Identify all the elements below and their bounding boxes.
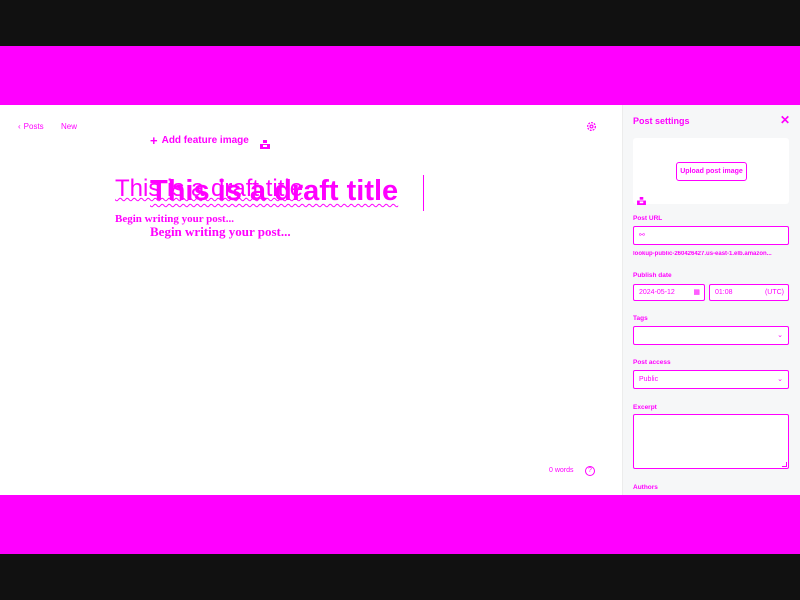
publish-date-value: 2024-05-12 xyxy=(639,289,675,296)
plus-icon: + xyxy=(150,132,158,148)
post-settings-panel: Post settings ✕ Upload post image Post U… xyxy=(622,105,800,495)
chevron-down-icon: ⌄ xyxy=(777,332,783,339)
post-access-value: Public xyxy=(639,376,659,383)
back-label: Posts xyxy=(23,122,44,131)
back-to-posts-link[interactable]: ‹ Posts xyxy=(18,122,44,131)
chevron-down-icon: ⌄ xyxy=(777,376,783,383)
authors-label: Authors xyxy=(633,484,658,491)
chevron-left-icon: ‹ xyxy=(18,122,21,131)
help-circle-icon[interactable]: ? xyxy=(585,466,595,476)
resize-handle[interactable] xyxy=(782,462,787,467)
post-url-label: Post URL xyxy=(633,215,663,222)
upload-post-image-button[interactable]: Upload post image xyxy=(676,162,747,181)
tags-label: Tags xyxy=(633,315,648,322)
close-icon[interactable]: ✕ xyxy=(780,113,790,127)
publish-time-input[interactable]: 01:08 (UTC) xyxy=(709,284,789,301)
post-status: New xyxy=(61,122,78,131)
add-feature-image-label: Add feature image xyxy=(161,135,249,146)
post-url-preview: lookup-public-260426427.us-east-1.elb.am… xyxy=(633,251,772,257)
unsplash-icon[interactable] xyxy=(260,136,270,149)
bottom-overlay-band xyxy=(0,495,800,554)
panel-title: Post settings xyxy=(633,116,690,126)
link-icon: ⚯ xyxy=(639,232,645,239)
publish-time-value: 01:08 xyxy=(715,289,733,296)
editor-area: ‹ Posts New + Add feature image This is … xyxy=(0,105,622,495)
post-body-editor[interactable]: Begin writing your post... xyxy=(150,224,291,240)
ghost-editor: ‹ Posts New + Add feature image This is … xyxy=(0,105,800,495)
word-count: 0 words xyxy=(549,467,574,474)
publish-date-label: Publish date xyxy=(633,272,672,279)
unsplash-icon[interactable] xyxy=(637,192,646,205)
post-image-dropzone[interactable]: Upload post image xyxy=(633,138,789,205)
calendar-icon: ▦ xyxy=(693,289,700,296)
publish-date-input[interactable]: 2024-05-12 ▦ xyxy=(633,284,705,301)
excerpt-textarea[interactable] xyxy=(633,414,789,469)
gear-icon[interactable] xyxy=(586,121,597,132)
excerpt-label: Excerpt xyxy=(633,404,657,411)
screen: ‹ Posts New + Add feature image This is … xyxy=(0,0,800,600)
tags-select[interactable]: ⌄ xyxy=(633,326,789,345)
post-url-input[interactable]: ⚯ xyxy=(633,226,789,245)
post-access-select[interactable]: Public ⌄ xyxy=(633,370,789,389)
top-overlay-band xyxy=(0,46,800,105)
text-caret xyxy=(423,175,424,211)
post-title-input[interactable]: This is a draft title xyxy=(150,175,398,208)
timezone-label: (UTC) xyxy=(764,289,784,296)
add-feature-image-button[interactable]: + Add feature image xyxy=(150,132,249,148)
post-access-label: Post access xyxy=(633,359,671,366)
